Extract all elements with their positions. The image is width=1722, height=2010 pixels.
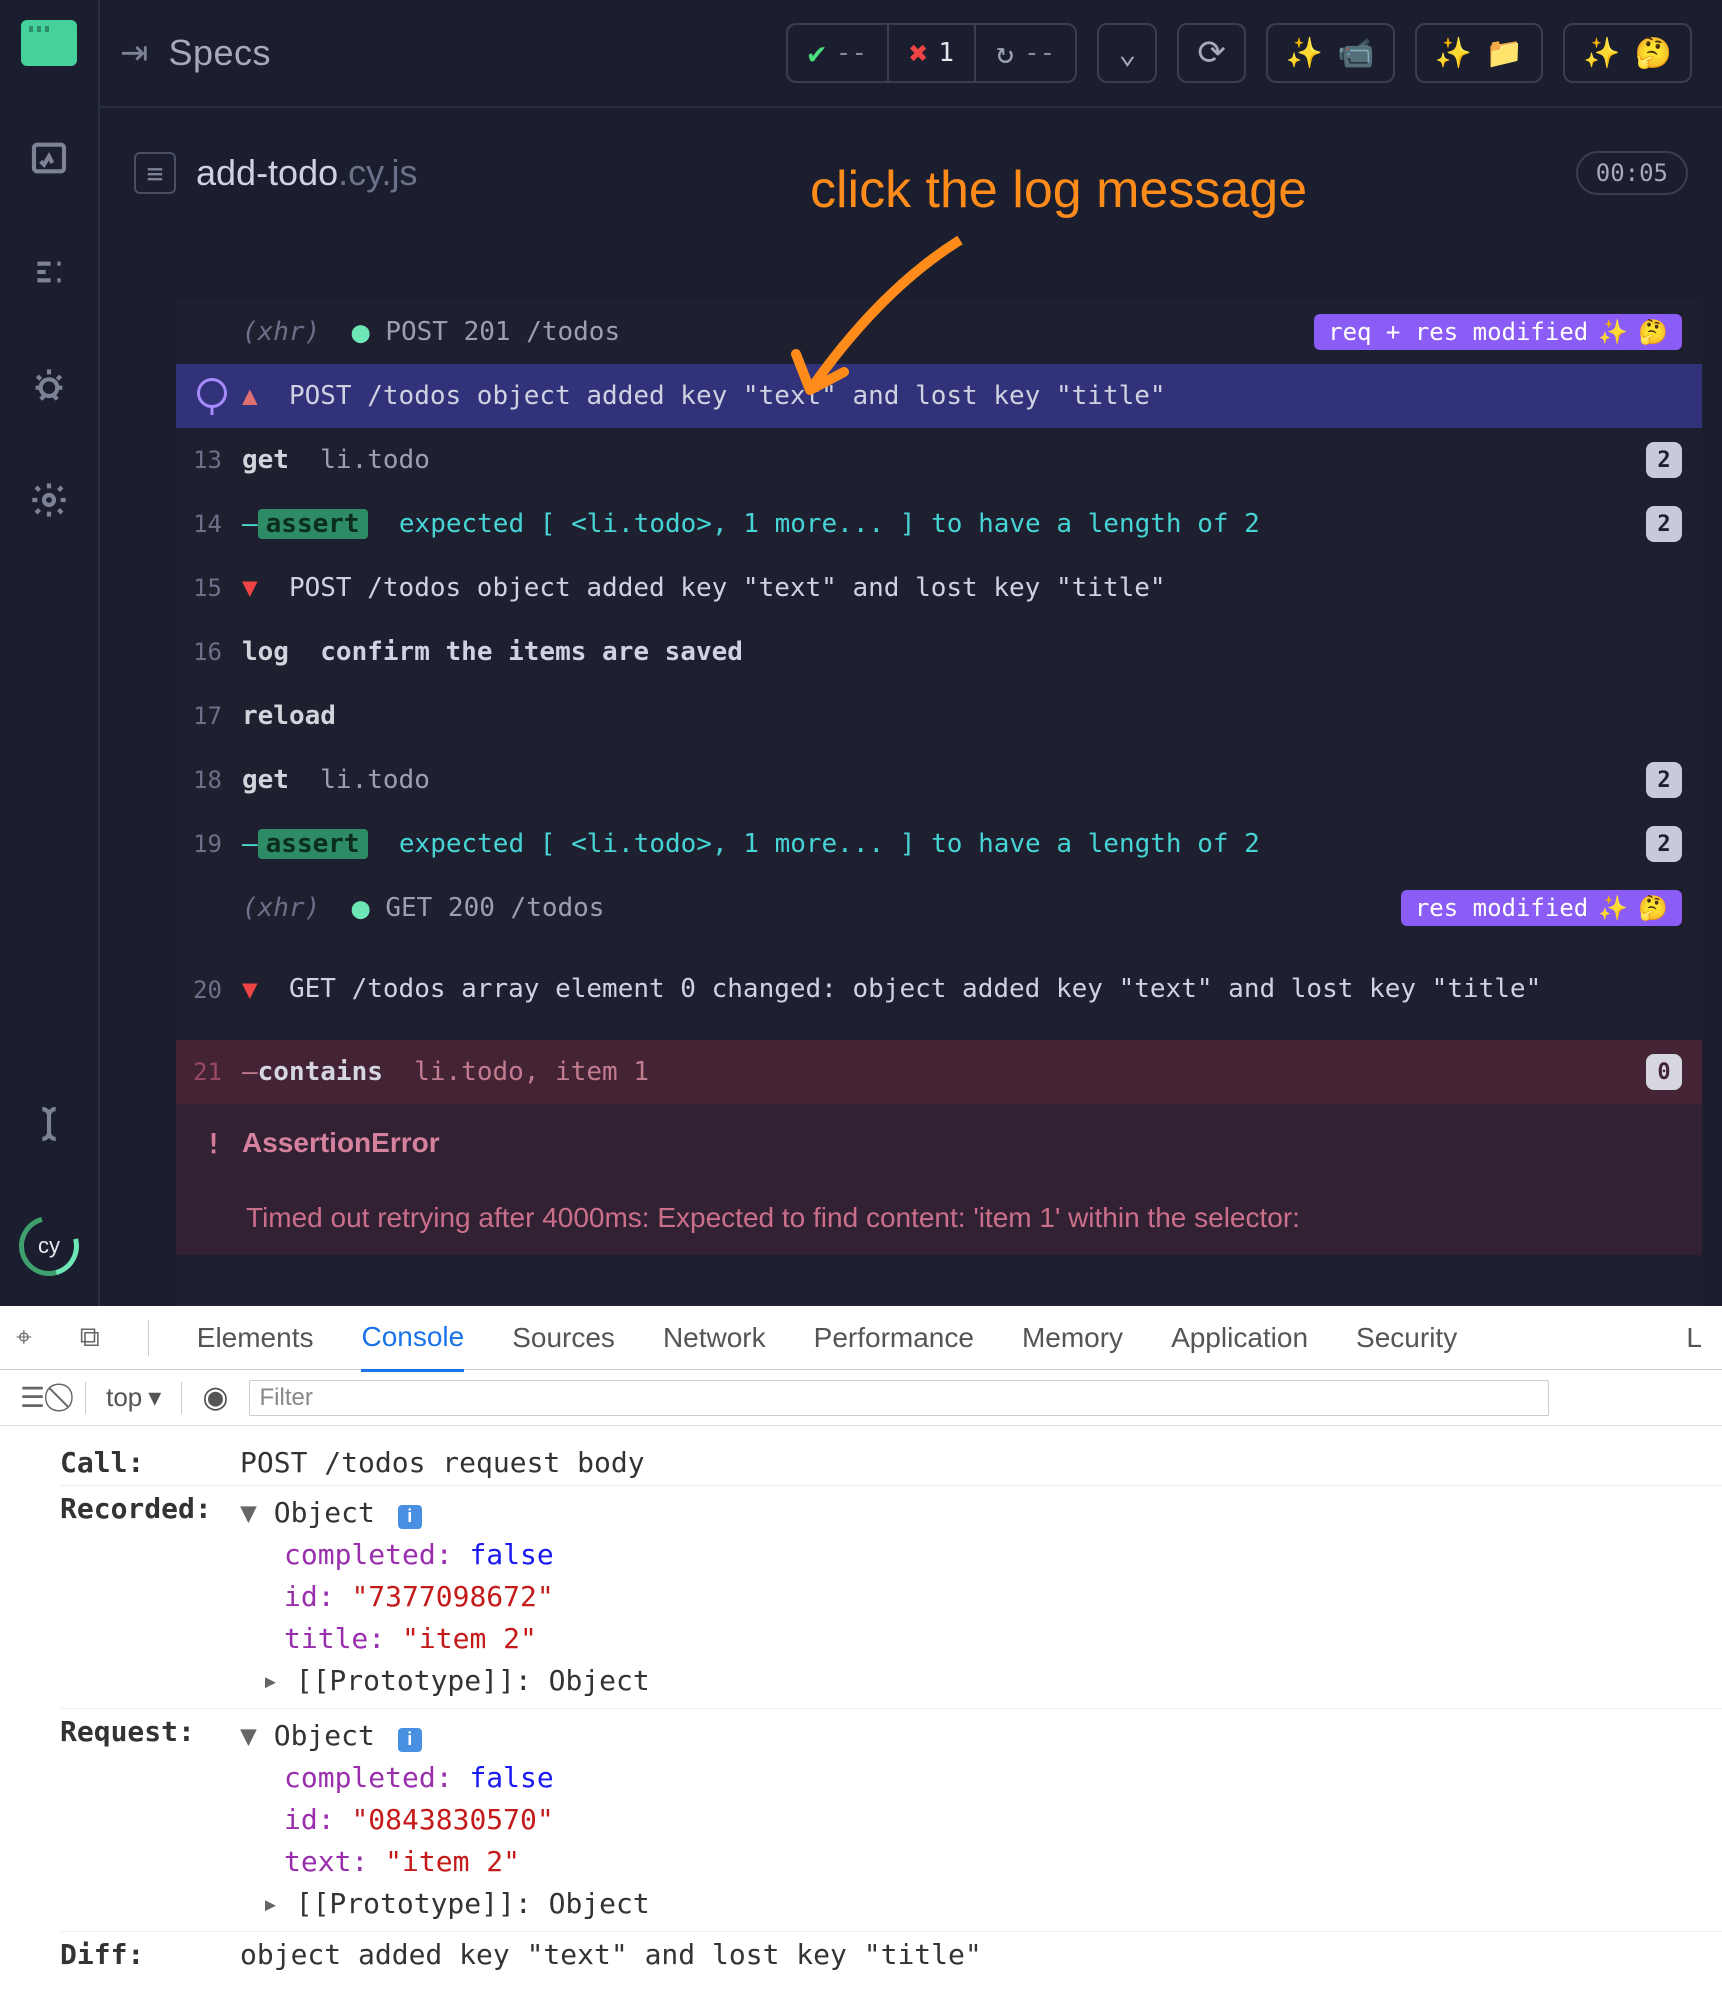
log-line[interactable]: 13 get li.todo 2 [176,428,1702,492]
log-line[interactable]: 15 ▼ POST /todos object added key "text"… [176,556,1702,620]
log-line[interactable]: 18 get li.todo 2 [176,748,1702,812]
inspect-element-icon[interactable]: ⌖ [16,1321,32,1354]
tab-overflow[interactable]: L [1686,1322,1722,1354]
element-count-badge: 2 [1646,506,1682,542]
disclosure-triangle-icon[interactable]: ▸ [262,1664,296,1697]
settings-nav-icon[interactable] [27,478,71,522]
console-row[interactable]: Diff: object added key "text" and lost k… [60,1932,1722,1977]
disclosure-triangle-icon[interactable]: ▼ [240,1719,274,1752]
status-dot-icon: ● [352,891,370,926]
console-row[interactable]: Call: POST /todos request body [60,1440,1722,1486]
console-toolbar: ☰ ⃠ top ▾ ◉ Filter [0,1370,1722,1426]
pass-icon: ✔ [808,36,826,71]
log-line-failed[interactable]: 21 —contains li.todo, item 1 0 [176,1040,1702,1104]
specs-nav-icon[interactable] [27,136,71,180]
info-badge-icon[interactable]: i [398,1728,422,1752]
console-sidebar-toggle-icon[interactable]: ☰ [20,1381,45,1414]
info-badge-icon[interactable]: i [398,1505,422,1529]
pending-count: -- [1024,38,1055,68]
rerun-button[interactable]: ⟳ [1177,23,1246,83]
log-line-xhr[interactable]: (xhr) ● POST 201 /todos req + res modifi… [176,300,1702,364]
annotation-text: click the log message [810,160,1307,220]
intercept-badge: res modified✨🤔 [1401,890,1682,926]
run-status-pill: ✔ -- ✖ 1 ↻ -- [786,23,1078,83]
console-filter-input[interactable]: Filter [249,1380,1549,1416]
devtools-tabs: ⌖ ⧉ Elements Console Sources Network Per… [0,1306,1722,1370]
intercept-badge: req + res modified✨🤔 [1314,314,1682,350]
run-timer: 00:05 [1576,151,1688,195]
log-line-xhr[interactable]: (xhr) ● GET 200 /todos res modified✨🤔 [176,876,1702,940]
live-expression-icon[interactable]: ◉ [202,1380,228,1415]
context-selector[interactable]: top ▾ [106,1382,161,1413]
pending-icon: ↻ [996,36,1014,71]
tab-application[interactable]: Application [1171,1322,1308,1354]
studio-wand-face-button[interactable]: ✨🤔 [1563,23,1692,83]
debug-nav-icon[interactable] [27,364,71,408]
collapse-sidebar-icon[interactable]: ⇥ [120,33,149,73]
element-count-badge: 2 [1646,762,1682,798]
pin-icon [182,378,242,415]
device-toolbar-icon[interactable]: ⧉ [80,1321,100,1354]
assertion-error-message: Timed out retrying after 4000ms: Expecte… [176,1182,1702,1255]
log-line[interactable]: 17 reload [176,684,1702,748]
tab-performance[interactable]: Performance [814,1322,974,1354]
pass-count: -- [836,38,867,68]
tab-elements[interactable]: Elements [197,1322,314,1354]
log-line-pinned[interactable]: ▲ POST /todos object added key "text" an… [176,364,1702,428]
element-count-badge: 2 [1646,442,1682,478]
devtools-panel: ⌖ ⧉ Elements Console Sources Network Per… [0,1306,1722,2010]
log-line-assert[interactable]: 14 —assert expected [ <li.todo>, 1 more.… [176,492,1702,556]
studio-wand-folder-button[interactable]: ✨📁 [1415,23,1544,83]
caret-up-icon: ▲ [242,381,258,411]
element-count-badge: 0 [1646,1054,1682,1090]
log-line-assert[interactable]: 19 —assert expected [ <li.todo>, 1 more.… [176,812,1702,876]
fail-count: 1 [938,38,954,68]
disclosure-triangle-icon[interactable]: ▼ [240,1496,274,1529]
assertion-error-header[interactable]: ! AssertionError [176,1104,1702,1182]
spec-file-name[interactable]: add-todo.cy.js [196,152,417,194]
page-title: Specs [169,32,272,74]
app-header: ⇥ Specs ✔ -- ✖ 1 ↻ -- ⌄ ⟳ ✨📹 ✨📁 ✨🤔 [100,0,1722,108]
disclosure-triangle-icon[interactable]: ▸ [262,1887,296,1920]
tab-console[interactable]: Console [361,1321,464,1372]
tab-memory[interactable]: Memory [1022,1322,1123,1354]
caret-down-icon: ▼ [242,975,258,1005]
tab-sources[interactable]: Sources [512,1322,615,1354]
tab-network[interactable]: Network [663,1322,766,1354]
fail-icon: ✖ [909,34,928,72]
tab-security[interactable]: Security [1356,1322,1457,1354]
element-count-badge: 2 [1646,826,1682,862]
keyboard-shortcuts-icon[interactable] [27,1102,71,1146]
caret-down-icon: ▼ [242,573,258,603]
expand-dropdown-button[interactable]: ⌄ [1097,23,1157,83]
status-dot-icon: ● [352,315,370,350]
console-output: Call: POST /todos request body Recorded:… [0,1426,1722,1977]
command-log: (xhr) ● POST 201 /todos req + res modifi… [176,300,1702,1306]
console-row[interactable]: Recorded: ▼ Object i completed: false id… [60,1486,1722,1709]
studio-wand-camera-button[interactable]: ✨📹 [1266,23,1395,83]
cypress-logo-icon[interactable] [8,1205,90,1287]
log-line[interactable]: 20 ▼ GET /todos array element 0 changed:… [176,940,1702,1040]
runs-nav-icon[interactable] [27,250,71,294]
app-logo[interactable] [21,20,77,66]
spec-file-icon: ≡ [134,152,176,194]
console-row[interactable]: Request: ▼ Object i completed: false id:… [60,1709,1722,1932]
app-sidebar [0,0,100,1306]
log-line[interactable]: 16 log confirm the items are saved [176,620,1702,684]
